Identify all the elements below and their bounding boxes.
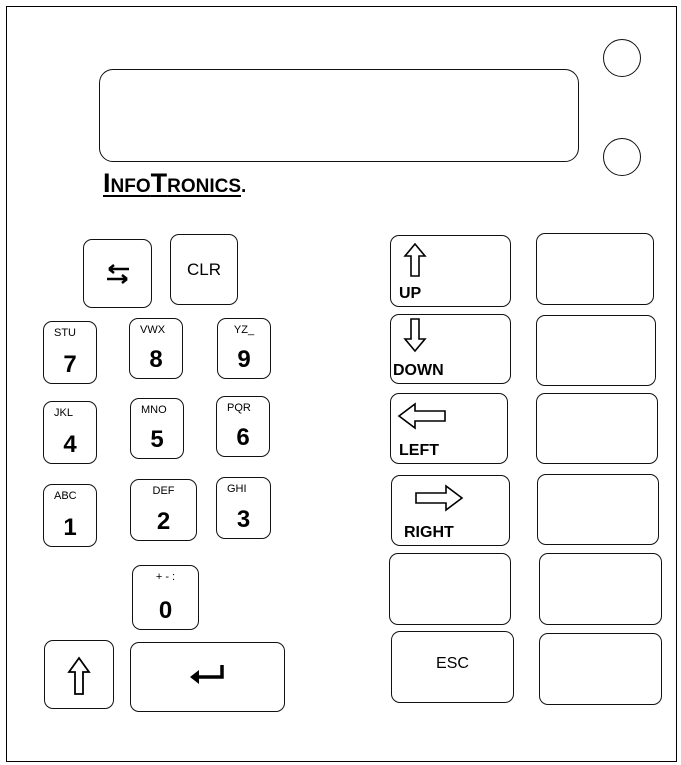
key-0-letters: + - : [155, 571, 176, 583]
right-label: RIGHT [404, 524, 454, 541]
left-label: LEFT [399, 442, 439, 459]
soft-key-3[interactable] [536, 393, 658, 464]
key-4[interactable]: JKL 4 [43, 401, 97, 464]
key-1-letters: ABC [54, 490, 77, 502]
right-button[interactable]: RIGHT [391, 475, 510, 546]
soft-key-1[interactable] [536, 233, 654, 305]
key-0-digit: 0 [158, 597, 173, 624]
key-2-digit: 2 [156, 508, 171, 535]
key-5[interactable]: MNO 5 [130, 398, 184, 459]
shift-button[interactable] [44, 640, 114, 709]
key-6-digit: 6 [236, 424, 250, 451]
down-arrow-icon [403, 318, 427, 353]
clr-label: CLR [186, 259, 221, 279]
enter-return-icon [190, 665, 224, 684]
key-0[interactable]: + - : 0 [132, 565, 199, 630]
status-led-top [603, 39, 641, 77]
key-3-digit: 3 [236, 506, 251, 533]
key-9[interactable]: YZ_ 9 [217, 318, 271, 379]
left-button[interactable]: LEFT [390, 393, 508, 464]
key-5-letters: MNO [141, 404, 167, 416]
key-1-digit: 1 [63, 514, 77, 541]
down-label: DOWN [393, 362, 444, 379]
swap-button[interactable] [83, 239, 152, 308]
key-8[interactable]: VWX 8 [129, 318, 183, 379]
infotronics-logo: INFOTRONICS. [103, 168, 247, 198]
up-button[interactable]: UP [390, 235, 511, 307]
left-arrow-icon [397, 402, 446, 430]
key-2-letters: DEF [152, 485, 175, 497]
soft-key-5[interactable] [539, 553, 662, 625]
lcd-display [99, 69, 579, 162]
key-4-digit: 4 [63, 431, 77, 458]
key-8-letters: VWX [140, 324, 166, 336]
clr-button[interactable]: CLR [170, 234, 238, 305]
esc-label: ESC [436, 654, 469, 672]
key-7-digit: 7 [63, 351, 77, 378]
blank-key-5[interactable] [389, 553, 511, 625]
soft-key-4[interactable] [537, 474, 659, 545]
soft-key-2[interactable] [536, 315, 656, 386]
key-6[interactable]: PQR 6 [216, 396, 270, 457]
soft-key-6[interactable] [539, 633, 662, 705]
key-9-letters: YZ_ [233, 324, 255, 336]
key-8-digit: 8 [149, 346, 163, 373]
key-1[interactable]: ABC 1 [43, 484, 97, 547]
key-9-digit: 9 [237, 346, 251, 373]
swap-arrows-icon [107, 264, 129, 284]
key-7-letters: STU [54, 327, 76, 339]
shift-up-arrow-icon [67, 656, 91, 695]
key-3-letters: GHI [227, 483, 247, 495]
key-2[interactable]: DEF 2 [130, 479, 197, 541]
key-7[interactable]: STU 7 [43, 321, 97, 384]
up-label: UP [399, 285, 422, 302]
enter-button[interactable] [130, 642, 285, 712]
up-arrow-icon [403, 242, 427, 277]
esc-button[interactable]: ESC [391, 631, 514, 703]
key-4-letters: JKL [54, 407, 73, 419]
down-button[interactable]: DOWN [390, 314, 511, 384]
status-led-bottom [603, 138, 641, 176]
right-arrow-icon [415, 484, 464, 512]
key-5-digit: 5 [150, 426, 164, 453]
key-6-letters: PQR [227, 402, 251, 414]
key-3[interactable]: GHI 3 [216, 477, 271, 539]
